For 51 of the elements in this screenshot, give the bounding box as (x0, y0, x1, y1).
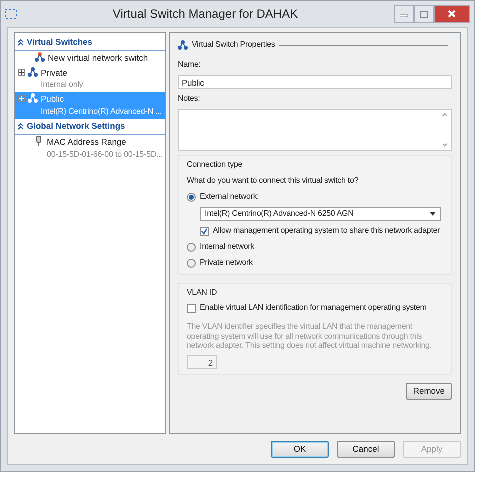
collapse-icon[interactable] (18, 38, 24, 46)
section-header[interactable]: Global Network Settings (27, 120, 126, 133)
group-title: VLAN ID (187, 287, 218, 299)
vlan-id-field[interactable]: 2 (187, 354, 217, 369)
section-title: Virtual Switch Properties (192, 39, 276, 51)
radio-option[interactable]: External network: (187, 191, 443, 203)
adapter-dropdown[interactable]: Intel(R) Centrino(R) Advanced-N 6250 AGN (200, 207, 441, 221)
network-icon (28, 66, 38, 76)
group-title: Connection type (187, 159, 244, 171)
close-icon (448, 10, 456, 18)
remove-button[interactable]: Remove (406, 382, 452, 400)
item-detail: Internal only (41, 79, 84, 92)
dropdown-value: Intel(R) Centrino(R) Advanced-N 6250 AGN (205, 208, 354, 220)
name-field[interactable]: Public (178, 75, 452, 89)
check-icon (201, 228, 208, 234)
item-label: New virtual network switch (48, 52, 148, 64)
dialog-button[interactable]: Cancel (337, 440, 395, 458)
plus-icon (19, 70, 24, 74)
plus-icon (19, 96, 24, 102)
sidebar-item[interactable]: MAC Address Range 00-15-5D-01-66-00 to 00-15-5D... (15, 134, 165, 162)
notes-field[interactable] (178, 109, 452, 151)
item-detail: Intel(R) Centrino(R) Advanced-N ... (41, 106, 162, 118)
item-label: Public (41, 93, 66, 106)
checkbox[interactable]: Enable virtual LAN identification for management operating system (187, 302, 443, 314)
window-title: Virtual Switch Manager for DAHAK (112, 6, 300, 23)
item-label: Private (41, 66, 68, 80)
collapse-icon[interactable] (18, 122, 24, 130)
dialog-button[interactable]: OK (271, 440, 329, 458)
network-icon (28, 93, 38, 104)
item-detail: 00-15-5D-01-66-00 to 00-15-5D... (47, 148, 163, 160)
network-icon (178, 40, 188, 50)
radio-option[interactable]: Private network (187, 257, 443, 269)
maximize-icon (420, 10, 428, 18)
sidebar-item[interactable]: New virtual network switch (15, 50, 165, 66)
description-text: The VLAN identifier specifies the virtual LAN that the management operating system will use for all network communications through this network adapter. This setting does not affect virtual machine networking. (187, 322, 433, 351)
item-label: MAC Address Range (47, 136, 128, 148)
field-label: Name: (178, 59, 202, 71)
caret-icon (430, 212, 436, 216)
app-icon (5, 9, 17, 19)
checkbox[interactable]: Allow management operating system to share this network adapter (200, 225, 443, 237)
adapter-icon (34, 136, 44, 146)
question-text: What do you want to connect this virtual switch to? (187, 175, 360, 187)
field-label: Notes: (178, 93, 202, 105)
sidebar-item[interactable]: Private Internal only (15, 66, 165, 92)
section-header[interactable]: Virtual Switches (27, 36, 93, 49)
scrollbar-drawing (442, 111, 448, 149)
radio-option[interactable]: Internal network (187, 241, 443, 253)
close-button[interactable] (434, 5, 470, 23)
new-network-icon (35, 52, 45, 62)
maximize-button[interactable] (414, 5, 434, 23)
expand-box-icon[interactable] (18, 68, 25, 76)
